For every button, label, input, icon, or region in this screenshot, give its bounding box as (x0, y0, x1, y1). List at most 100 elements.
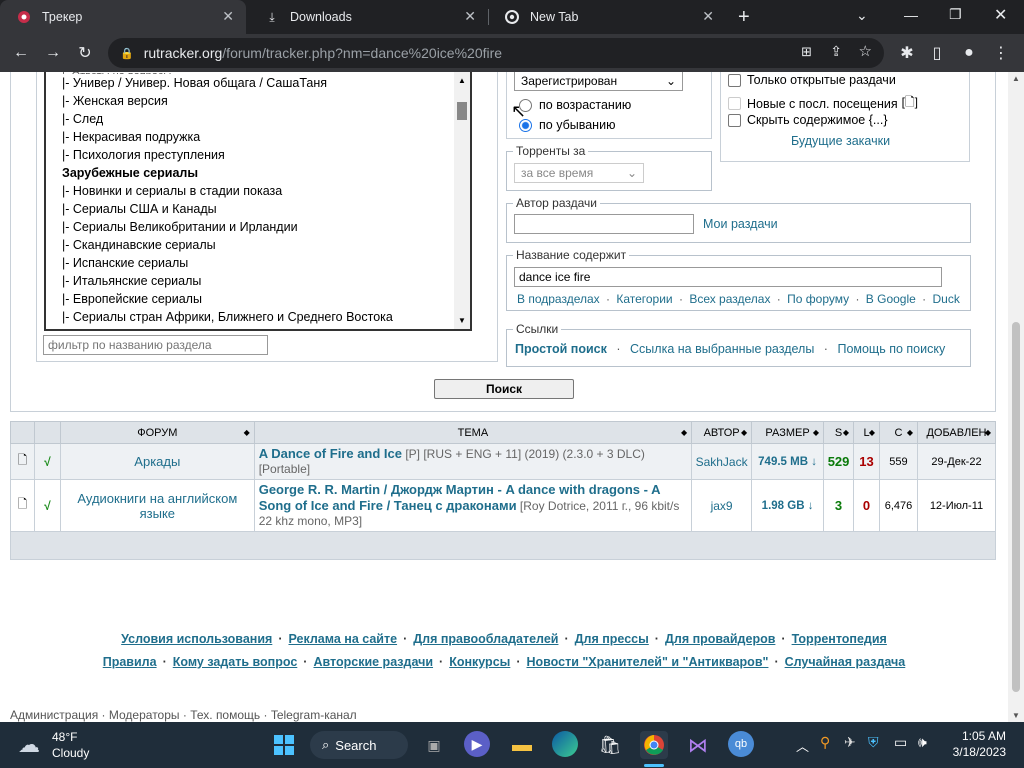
future-downloads-link[interactable]: Будущие закачки (791, 134, 890, 148)
author-input[interactable] (514, 214, 694, 234)
qbittorrent-icon[interactable]: qb (728, 731, 754, 757)
tray-search-icon[interactable]: ⚲ (820, 734, 830, 751)
category-option[interactable]: |- Некрасивая подружка (46, 128, 470, 146)
taskbar-search[interactable]: ⌕ Search (310, 731, 408, 759)
side-panel-icon[interactable]: ▯ (926, 42, 948, 64)
volume-icon[interactable]: 🕪 (918, 734, 927, 751)
close-tab-icon[interactable]: ✕ (222, 8, 234, 25)
selected-sections-link[interactable]: Ссылка на выбранные разделы (630, 342, 814, 356)
footer-bottom-link[interactable]: Telegram-канал (271, 708, 357, 722)
search-scope-link[interactable]: В подразделах (517, 292, 600, 306)
file-explorer-icon[interactable]: ▬ (508, 731, 536, 759)
category-scrollbar[interactable]: ▲ ▼ (454, 72, 470, 329)
only-open-option[interactable]: Только открытые раздачи (728, 73, 896, 87)
show-hidden-icons-icon[interactable]: ︿ (796, 736, 809, 755)
footer-link[interactable]: Новости "Хранителей" и "Антикваров" (527, 655, 769, 669)
translate-icon[interactable]: ⊞ (801, 44, 812, 60)
search-scope-link[interactable]: Всех разделах (689, 292, 770, 306)
scrollbar-thumb[interactable] (1012, 322, 1020, 692)
forum-link[interactable]: Аудиокниги на английском языке (77, 491, 237, 521)
new-tab-button[interactable]: + (738, 6, 750, 29)
tab-tracker[interactable]: Трекер ✕ (0, 0, 246, 34)
category-list[interactable]: |- Ответы на вопросы |- Универ / Универ.… (44, 72, 472, 331)
header-author[interactable]: АВТОР ◆ (691, 421, 753, 444)
defender-icon[interactable]: ⛨ (868, 734, 879, 751)
hide-content-checkbox[interactable] (728, 113, 741, 127)
header-seeds[interactable]: S ◆ (823, 421, 855, 444)
header-size[interactable]: РАЗМЕР ◆ (751, 421, 825, 444)
category-option[interactable]: |- Сериалы стран Африки, Ближнего и Сред… (46, 308, 470, 326)
topic-link[interactable]: A Dance of Fire and Ice (259, 446, 402, 461)
footer-link[interactable]: Условия использования (121, 632, 272, 646)
close-tab-icon[interactable]: ✕ (702, 8, 714, 25)
footer-bottom-link[interactable]: Тех. помощь (190, 708, 260, 722)
tab-new-tab[interactable]: New Tab ✕ (488, 0, 726, 34)
category-option[interactable]: |- След (46, 110, 470, 128)
footer-link[interactable]: Торрентопедия (792, 632, 887, 646)
search-scope-link[interactable]: Категории (616, 292, 672, 306)
sort-order-select[interactable]: Зарегистрирован ⌄ (514, 72, 683, 91)
footer-link[interactable]: Для правообладателей (413, 632, 558, 646)
search-help-link[interactable]: Помощь по поиску (837, 342, 945, 356)
close-window-icon[interactable]: ✕ (994, 5, 1007, 25)
page-scrollbar[interactable]: ▲ ▼ (1008, 72, 1024, 722)
footer-link[interactable]: Для провайдеров (665, 632, 775, 646)
tray-app-icon[interactable]: ✈ (844, 734, 856, 751)
share-icon[interactable]: ⇪ (830, 43, 842, 60)
visual-studio-icon[interactable]: ⋈ (684, 731, 712, 759)
header-leech[interactable]: L ◆ (853, 421, 880, 444)
category-option[interactable]: |- Психология преступления (46, 146, 470, 164)
my-releases-link[interactable]: Мои раздачи (703, 217, 778, 231)
new-since-checkbox[interactable] (728, 97, 741, 110)
category-option[interactable]: |- Сериалы Великобритании и Ирландии (46, 218, 470, 236)
header-topic[interactable]: ТЕМА ◆ (253, 421, 693, 444)
category-option[interactable]: |- Новинки и сериалы в стадии показа (46, 182, 470, 200)
reload-icon[interactable]: ↻ (74, 42, 96, 64)
weather-temp[interactable]: 48°F (52, 730, 77, 744)
hide-content-option[interactable]: Скрыть содержимое {...} (728, 113, 888, 127)
category-option[interactable]: |- Женская версия (46, 92, 470, 110)
simple-search-link[interactable]: Простой поиск (515, 342, 607, 356)
period-select[interactable]: за все время ⌄ (514, 163, 644, 183)
search-scope-link[interactable]: По форуму (787, 292, 849, 306)
forum-link[interactable]: Аркады (134, 454, 180, 469)
menu-icon[interactable]: ⋮ (990, 42, 1012, 64)
download-link[interactable]: 749.5 MB ↓ (758, 456, 817, 468)
network-icon[interactable]: ▭ (894, 734, 907, 751)
footer-bottom-link[interactable]: Администрация (10, 708, 98, 722)
author-link[interactable]: jax9 (711, 499, 733, 513)
minimize-icon[interactable]: — (904, 7, 918, 23)
category-group[interactable]: Зарубежные сериалы (46, 164, 470, 182)
bookmark-star-icon[interactable]: ☆ (859, 42, 872, 60)
profile-icon[interactable]: ● (958, 42, 980, 64)
tab-search-icon[interactable]: ⌄ (856, 7, 868, 24)
category-option[interactable]: |- Универ / Универ. Новая общага / СашаТ… (46, 74, 470, 92)
store-icon[interactable]: 🛍 (596, 731, 624, 759)
weather-desc[interactable]: Cloudy (52, 746, 89, 760)
header-forum[interactable]: ФОРУМ ◆ (59, 421, 255, 444)
restore-icon[interactable]: ❐ (949, 6, 962, 23)
footer-link[interactable]: Правила (103, 655, 157, 669)
footer-link[interactable]: Для прессы (575, 632, 649, 646)
footer-link[interactable]: Случайная раздача (785, 655, 906, 669)
download-link[interactable]: 1.98 GB ↓ (762, 500, 814, 512)
footer-link[interactable]: Конкурсы (449, 655, 510, 669)
footer-link[interactable]: Авторские раздачи (313, 655, 433, 669)
tab-downloads[interactable]: ⤓ Downloads ✕ (248, 0, 488, 34)
search-scope-link[interactable]: Duck (933, 292, 960, 306)
category-option[interactable]: |- Европейские сериалы (46, 290, 470, 308)
category-option[interactable]: |- Сериалы США и Канады (46, 200, 470, 218)
only-open-checkbox[interactable] (728, 73, 741, 87)
footer-bottom-link[interactable]: Модераторы (109, 708, 180, 722)
title-search-input[interactable] (514, 267, 942, 287)
footer-link[interactable]: Кому задать вопрос (173, 655, 298, 669)
task-view-icon[interactable]: ▣ (420, 731, 448, 759)
search-button[interactable]: Поиск (434, 379, 574, 399)
sort-asc-option[interactable]: по возрастанию (519, 98, 631, 112)
sort-desc-option[interactable]: по убыванию (519, 118, 615, 132)
category-option[interactable]: |- Испанские сериалы (46, 254, 470, 272)
header-completed[interactable]: C ◆ (879, 421, 918, 444)
header-added[interactable]: ДОБАВЛЕН ◆ (916, 421, 997, 444)
clock-date[interactable]: 3/18/2023 (944, 745, 1006, 759)
category-option[interactable]: |- Итальянские сериалы (46, 272, 470, 290)
